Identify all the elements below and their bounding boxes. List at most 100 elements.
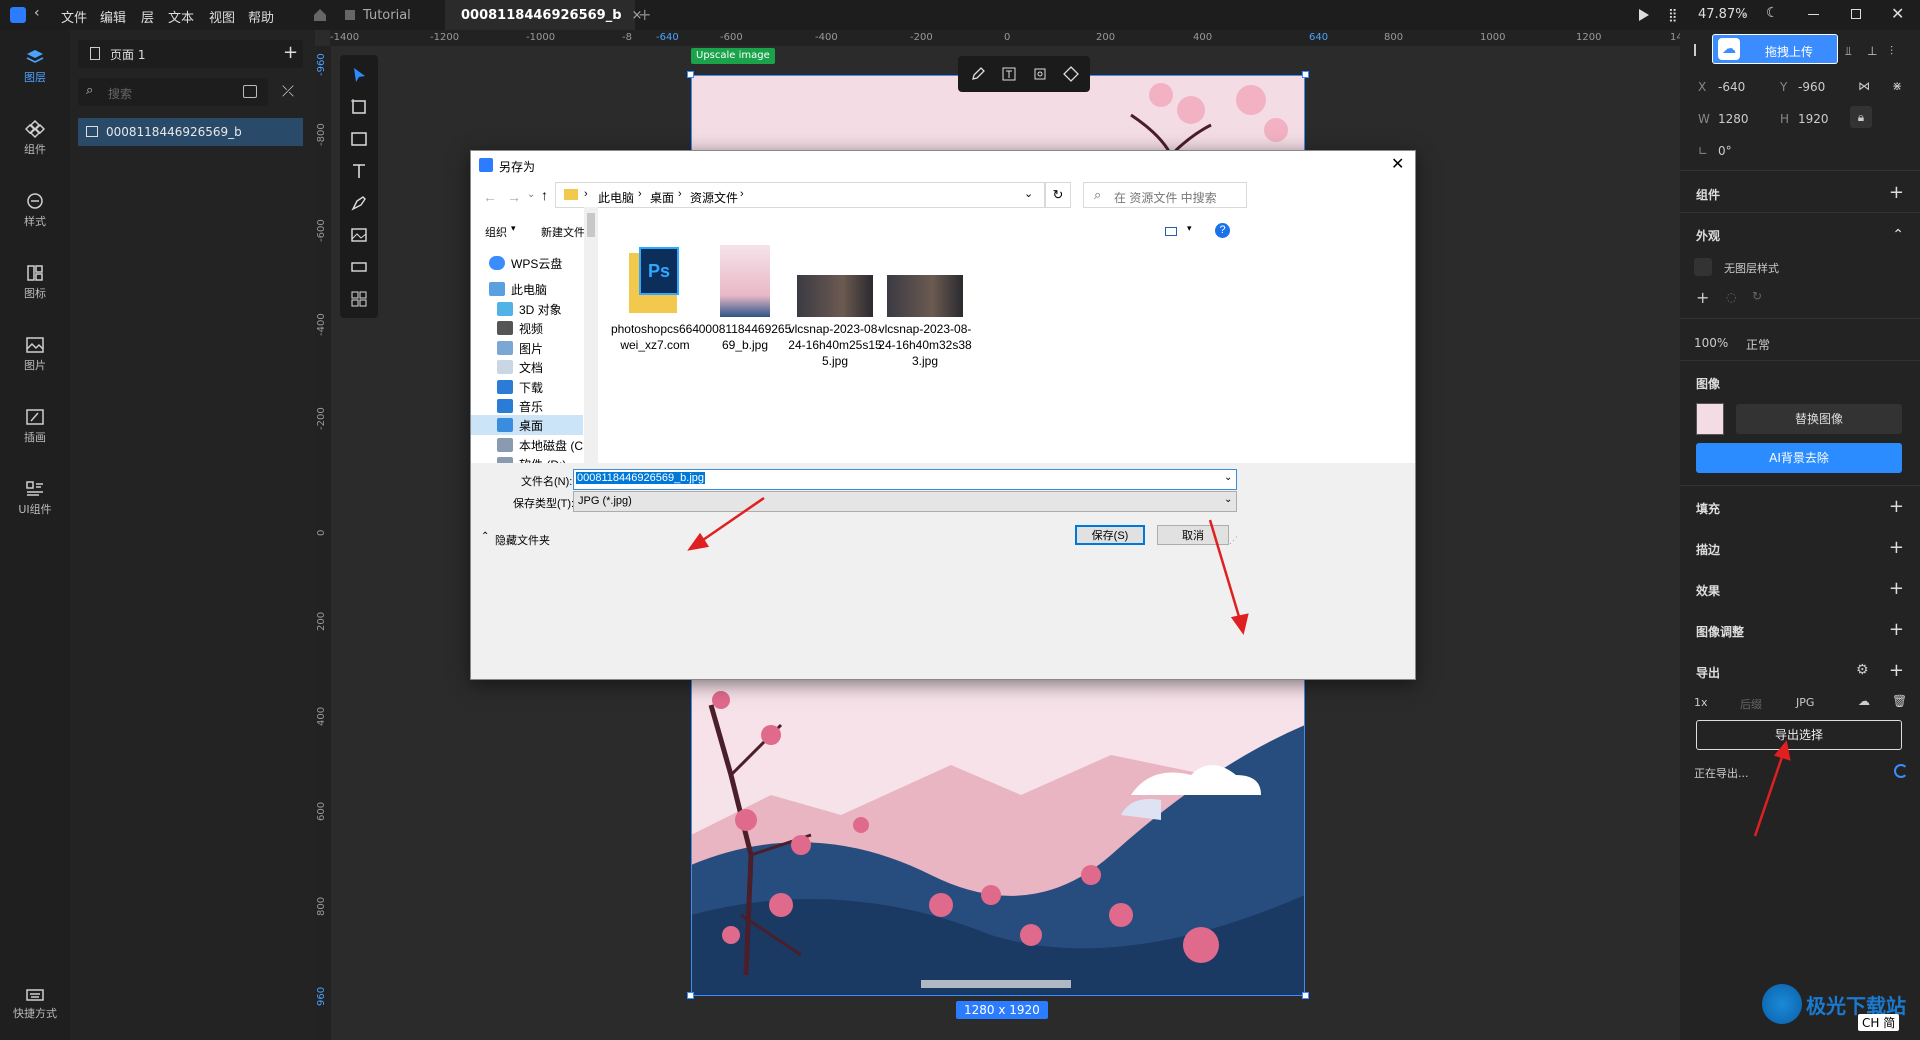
view-mode-icon[interactable] (1165, 227, 1177, 236)
address-dropdown-icon[interactable]: ⌄ (1024, 187, 1033, 200)
menu-text[interactable]: 文本 (168, 7, 194, 26)
nav-item-music[interactable]: 音乐 (497, 396, 543, 416)
add-stroke-icon[interactable]: + (1889, 539, 1904, 557)
scroll-thumb[interactable] (587, 213, 595, 237)
rotation-value[interactable]: 0° (1718, 144, 1732, 158)
app-logo-icon[interactable] (10, 7, 26, 23)
breadcrumb-folder[interactable]: 资源文件 (690, 189, 738, 206)
rail-illustration[interactable]: 插画 (0, 408, 70, 445)
back-arrow-icon[interactable]: ← (483, 189, 497, 205)
pen-tool-icon[interactable] (349, 193, 369, 213)
cancel-button[interactable]: 取消 (1157, 525, 1229, 545)
organize-menu[interactable]: 组织 (485, 224, 507, 240)
add-export-icon[interactable]: + (1889, 662, 1904, 680)
ai-remove-bg-button[interactable]: AI背景去除 (1696, 443, 1902, 473)
nav-item-3d[interactable]: 3D 对象 (497, 299, 562, 319)
nav-item-documents[interactable]: 文档 (497, 357, 543, 377)
dialog-search[interactable]: ⌕ 在 资源文件 中搜索 (1083, 182, 1247, 208)
resize-handle[interactable] (687, 992, 694, 999)
flip-vertical-icon[interactable]: ⋇ (1892, 79, 1902, 93)
ime-indicator[interactable]: CH 简 (1858, 1014, 1900, 1031)
menu-layer[interactable]: 层 (141, 7, 154, 26)
play-icon[interactable] (1638, 8, 1650, 22)
flip-horizontal-icon[interactable]: ⋈ (1858, 79, 1870, 93)
y-value[interactable]: -960 (1798, 80, 1825, 94)
back-icon[interactable]: ‹ (34, 5, 40, 21)
blend-mode-select[interactable]: 正常 (1746, 336, 1770, 353)
export-selection-button[interactable]: 导出选择 (1696, 720, 1902, 750)
view-chevron-icon[interactable]: ▾ (1187, 223, 1192, 234)
new-tab-icon[interactable]: + (638, 5, 651, 24)
rail-styles[interactable]: 样式 (0, 192, 70, 229)
export-settings-icon[interactable]: ⚙︎ (1856, 662, 1869, 678)
export-suffix-input[interactable]: 后缀 (1740, 696, 1762, 712)
chevron-down-icon[interactable]: ⌄ (1740, 6, 1749, 19)
align-bottom-icon[interactable]: ⊥ (1867, 44, 1877, 58)
align-left-icon[interactable] (1694, 44, 1706, 56)
home-icon[interactable] (312, 7, 328, 23)
filetype-select[interactable]: JPG (*.jpg) ⌄ (573, 491, 1237, 512)
add-adjust-icon[interactable]: + (1889, 621, 1904, 639)
delete-icon[interactable]: 🗑︎ (1892, 694, 1907, 708)
rail-layers[interactable]: 图层 (0, 48, 70, 85)
layer-search[interactable]: ⌕ 搜索 (78, 78, 268, 106)
page-selector[interactable]: 页面 1 + (78, 40, 303, 68)
dialog-search-input[interactable]: 在 资源文件 中搜索 (1114, 189, 1217, 206)
component-diamond-icon[interactable] (1063, 66, 1079, 82)
nav-scrollbar[interactable] (584, 207, 598, 463)
collapse-appearance-icon[interactable]: ⌃ (1892, 226, 1904, 244)
menu-view[interactable]: 视图 (209, 7, 235, 26)
collapse-icon[interactable]: ⤫ (282, 82, 294, 100)
help-icon[interactable]: ? (1215, 223, 1230, 238)
nav-item-drive-c[interactable]: 本地磁盘 (C:) (497, 435, 590, 455)
component-tool-icon[interactable] (349, 257, 369, 277)
x-value[interactable]: -640 (1718, 80, 1745, 94)
dialog-close-icon[interactable]: ✕ (1391, 154, 1404, 174)
rail-icons[interactable]: 图标 (0, 264, 70, 301)
check-circle-icon[interactable]: ◌ (1726, 290, 1736, 304)
apps-grid-icon[interactable]: ⣿ (1668, 8, 1678, 23)
distribute-icon[interactable]: ⫶ (1890, 44, 1893, 59)
resize-handle[interactable] (1302, 992, 1309, 999)
menu-edit[interactable]: 编辑 (100, 7, 126, 26)
moon-icon[interactable]: ☾ (1766, 5, 1779, 21)
rail-shortcuts[interactable]: 快捷方式 (0, 988, 70, 1021)
upscale-tag[interactable]: Upscale image (691, 48, 775, 64)
align-center-icon[interactable]: ⫫ (1845, 44, 1852, 59)
frame-tool-icon[interactable] (349, 97, 369, 117)
filename-input[interactable]: 0008118446926569_b.jpg ⌄ (573, 469, 1237, 490)
rail-components[interactable]: 组件 (0, 120, 70, 157)
file-item[interactable]: Ps photoshopcs664wei_xz7.com (607, 245, 703, 353)
edit-pencil-icon[interactable] (970, 66, 986, 82)
add-component-icon[interactable]: + (1889, 184, 1904, 202)
refresh-button[interactable]: ↻ (1045, 182, 1071, 208)
tab-document[interactable]: 0008118446926569_b × (445, 0, 642, 30)
add-fill-icon[interactable]: + (1889, 498, 1904, 516)
rail-ui-components[interactable]: UI组件 (0, 480, 70, 517)
rectangle-tool-icon[interactable] (349, 129, 369, 149)
scan-icon[interactable] (243, 85, 257, 98)
layer-style-select[interactable]: 无图层样式 (1724, 260, 1779, 276)
upload-dropzone[interactable]: ☁ 拖拽上传 (1712, 34, 1838, 64)
file-item[interactable]: vlcsnap-2023-08-24-16h40m25s155.jpg (787, 245, 883, 369)
rail-images[interactable]: 图片 (0, 336, 70, 373)
layer-item[interactable]: 0008118446926569_b (78, 118, 303, 146)
plugins-tool-icon[interactable] (349, 289, 369, 309)
h-value[interactable]: 1920 (1798, 112, 1829, 126)
resize-handle[interactable] (1302, 71, 1309, 78)
add-page-icon[interactable]: + (283, 42, 298, 63)
nav-item-wps[interactable]: WPS云盘 (489, 253, 562, 273)
text-tool-icon[interactable] (349, 161, 369, 181)
breadcrumb-this-pc[interactable]: 此电脑 (598, 189, 634, 206)
recent-chevron-icon[interactable]: ⌄ (527, 189, 535, 200)
breadcrumb-desktop[interactable]: 桌面 (650, 189, 674, 206)
image-tool-icon[interactable] (349, 225, 369, 245)
menu-file[interactable]: 文件 (61, 7, 87, 26)
select-tool-icon[interactable] (349, 65, 369, 85)
add-effect-icon[interactable]: + (1889, 580, 1904, 598)
close-window-icon[interactable]: ✕ (1891, 4, 1904, 23)
up-arrow-icon[interactable]: ↑ (541, 187, 548, 203)
resize-grip-icon[interactable]: ⋰ (1229, 535, 1238, 546)
nav-item-this-pc[interactable]: 此电脑 (489, 279, 547, 299)
resize-handle[interactable] (687, 71, 694, 78)
